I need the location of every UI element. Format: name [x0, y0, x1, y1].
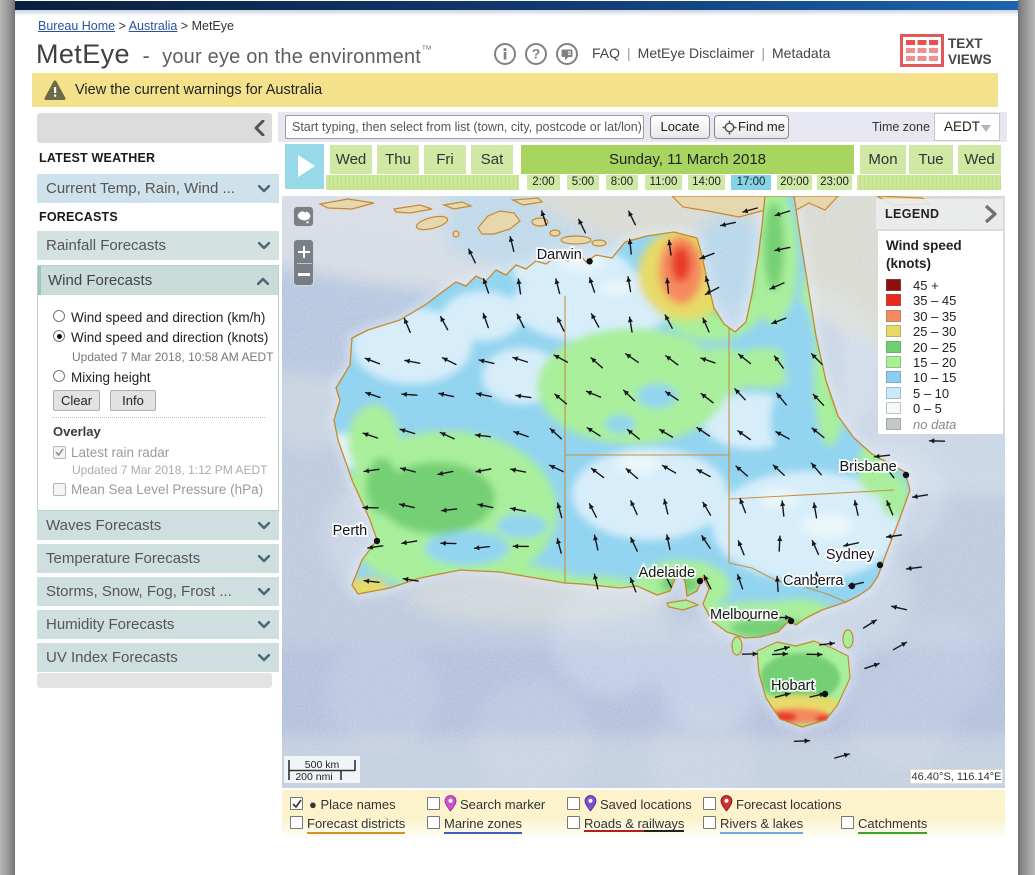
svg-text:Hobart: Hobart: [771, 678, 815, 694]
svg-text:Adelaide: Adelaide: [639, 565, 695, 581]
svg-text:Sydney: Sydney: [826, 547, 875, 563]
svg-text:?: ?: [532, 46, 541, 62]
svg-text:Canberra: Canberra: [783, 573, 844, 589]
svg-text:Brisbane: Brisbane: [840, 459, 897, 475]
svg-text:Darwin: Darwin: [537, 247, 582, 263]
svg-text:Perth: Perth: [333, 523, 368, 539]
svg-text:500 km: 500 km: [305, 759, 340, 771]
svg-text:200 nmi: 200 nmi: [295, 771, 332, 783]
svg-text:Melbourne: Melbourne: [710, 607, 779, 623]
